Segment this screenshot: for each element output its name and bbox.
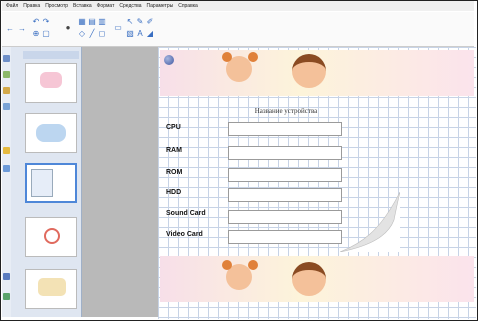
menu-item-insert[interactable]: Вставка [73,3,92,9]
page-thumbnail[interactable] [25,113,77,153]
thumbnail-picture [40,72,62,88]
girl-pigtail [222,52,232,62]
field-sound-card[interactable] [228,210,342,224]
forward-arrow-icon[interactable]: → [18,25,26,33]
footer-illustration [160,256,474,302]
menu-item-edit[interactable]: Правка [23,3,40,9]
pen-tool-icon[interactable] [3,147,10,154]
eraser-icon[interactable]: ▧ [126,30,134,38]
label-sound-card: Sound Card [166,210,206,217]
undo-icon[interactable]: ↶ [32,18,40,26]
chart-icon[interactable]: ▥ [98,18,106,26]
menu-item-options[interactable]: Параметры [147,3,174,9]
brush-icon[interactable]: ✐ [146,18,154,26]
label-hdd: HDD [166,189,182,196]
field-hdd[interactable] [228,188,342,202]
highlighter-tool-icon[interactable] [3,165,10,172]
page-thumbnail[interactable] [25,63,77,103]
menu-item-format[interactable]: Формат [97,3,115,9]
camera-icon[interactable]: ● [64,24,72,32]
header-illustration [160,50,474,96]
frame-icon[interactable]: ◻ [98,30,106,38]
girl-pigtail [222,260,232,270]
field-cpu[interactable] [228,122,342,136]
page-sorter-panel [11,47,82,317]
grid-icon[interactable]: ▦ [78,18,86,26]
menu-item-file[interactable]: Файл [6,3,18,9]
properties-tab-icon[interactable] [3,103,10,110]
gallery-tab-icon[interactable] [3,71,10,78]
menu-bar: Файл Правка Просмотр Вставка Формат Сред… [2,1,474,11]
page-thumbnail-selected[interactable] [25,163,77,203]
redo-icon[interactable]: ↷ [42,18,50,26]
table-icon[interactable]: ▤ [88,18,96,26]
page-icon[interactable]: ▢ [42,30,50,38]
menu-item-help[interactable]: Справка [178,3,198,9]
girl-pigtail [248,52,258,62]
select-icon[interactable]: ↖ [126,18,134,26]
workspace-margin [82,47,158,317]
page-thumbnail[interactable] [25,269,77,309]
delete-page-icon[interactable] [3,293,10,300]
monitor-icon[interactable]: ▭ [114,24,122,32]
fill-icon[interactable]: ◢ [146,30,154,38]
field-video-card[interactable] [228,230,342,244]
zoom-icon[interactable]: ⊕ [32,30,40,38]
worksheet-title: Название устройства [254,107,318,115]
field-rom[interactable] [228,168,342,182]
page-thumbnail[interactable] [25,217,77,257]
thumbnail-picture [31,169,53,197]
text-icon[interactable]: A [136,30,144,38]
menu-item-view[interactable]: Просмотр [45,3,68,9]
label-ram: RAM [166,147,182,154]
label-cpu: CPU [166,124,181,131]
page-curl-graphic [340,192,400,252]
pen-icon[interactable]: ✎ [136,18,144,26]
pages-tab-icon[interactable] [3,55,10,62]
thumbnail-picture [38,278,66,296]
label-rom: ROM [166,169,183,176]
shape-icon[interactable]: ◇ [78,30,86,38]
label-video-card: Video Card [166,231,203,238]
toolbar: ← → ↶ ↷ ⊕ ▢ ● ▦ ▤ ▥ ◇ ╱ ◻ ▭ ↖ ✎ ✐ ▧ A ◢ [2,12,474,47]
panel-header [23,51,79,59]
attachments-tab-icon[interactable] [3,87,10,94]
add-page-icon[interactable] [3,273,10,280]
menu-item-tools[interactable]: Средства [119,3,141,9]
boy-illustration [292,262,326,296]
back-arrow-icon[interactable]: ← [6,25,14,33]
thumbnail-picture [44,228,60,244]
boy-illustration [292,54,326,88]
page-menu-button[interactable] [164,55,174,65]
field-ram[interactable] [228,146,342,160]
thumbnail-picture [36,124,66,142]
line-icon[interactable]: ╱ [88,30,96,38]
girl-pigtail [248,260,258,270]
